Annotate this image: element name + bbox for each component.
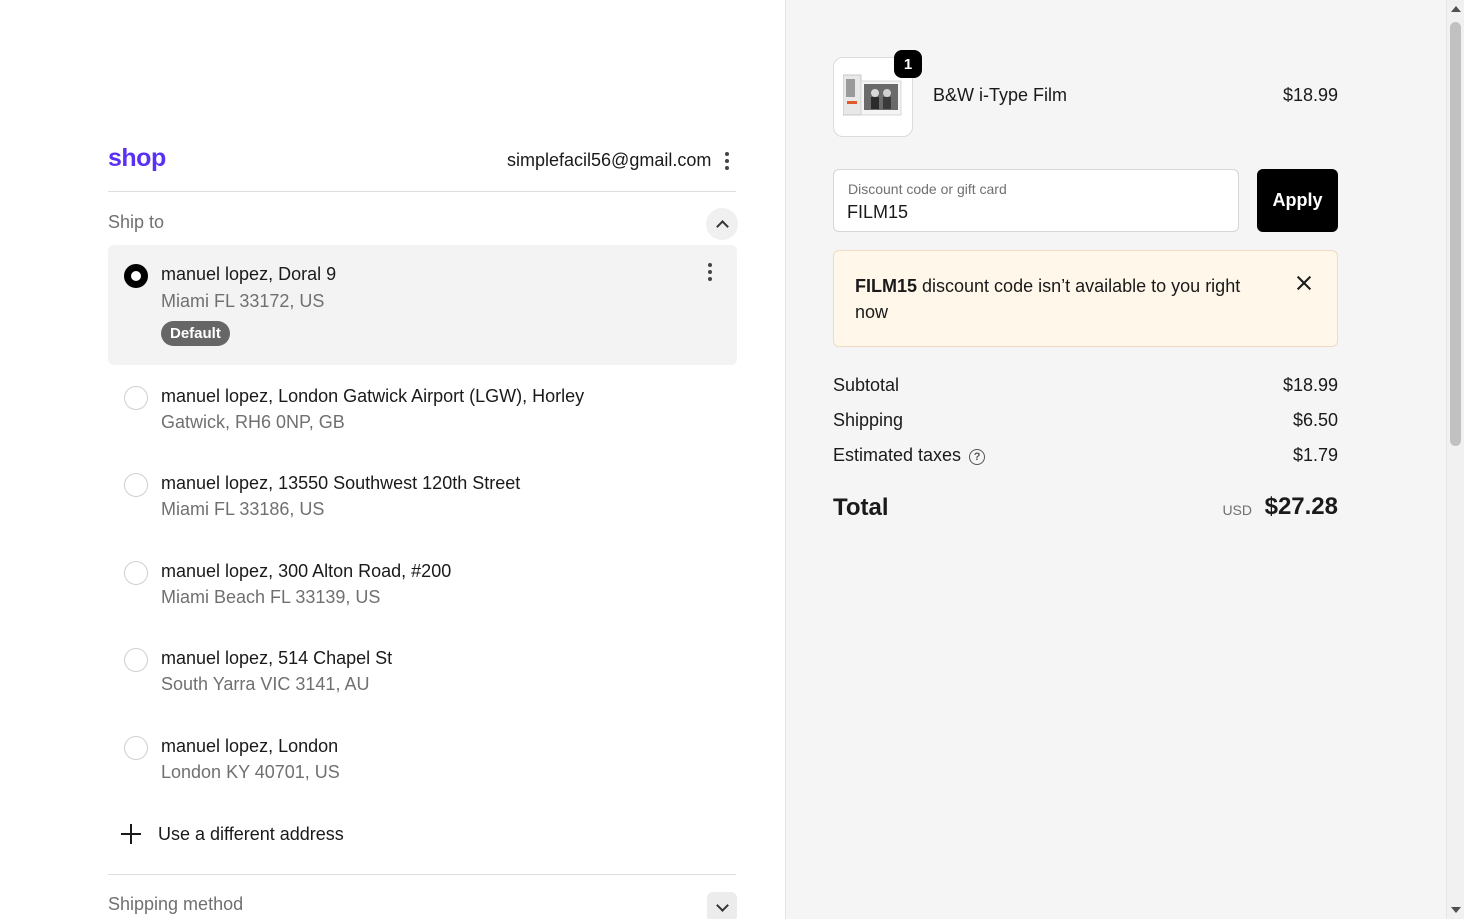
- address-radio[interactable]: [124, 473, 148, 497]
- shipping-value: $6.50: [1292, 410, 1338, 430]
- address-line1: manuel lopez, Doral 9: [161, 264, 337, 284]
- discount-error-alert: FILM15 discount code isn’t available to …: [833, 250, 1338, 347]
- ship-to-title: Ship to: [108, 212, 165, 232]
- shipping-label: Shipping: [833, 410, 904, 430]
- shipping-method-expand-button[interactable]: [707, 892, 737, 919]
- ship-to-collapse-button[interactable]: [706, 208, 738, 240]
- address-line2: Gatwick, RH6 0NP, GB: [161, 412, 345, 432]
- more-vertical-icon: [708, 263, 712, 281]
- scroll-up-icon[interactable]: [1451, 6, 1461, 12]
- scrollbar-thumb[interactable]: [1450, 22, 1461, 446]
- use-different-address-label: Use a different address: [158, 823, 344, 844]
- subtotal-label: Subtotal: [833, 375, 900, 395]
- address-line2: Miami FL 33186, US: [161, 499, 325, 519]
- more-vertical-icon: [725, 152, 729, 170]
- address-line1: manuel lopez, 300 Alton Road, #200: [161, 561, 452, 581]
- total-row: Total USD $27.28: [833, 492, 1338, 526]
- currency-code: USD: [1222, 502, 1252, 518]
- quantity-badge: 1: [894, 50, 922, 78]
- taxes-label: Estimated taxes: [833, 445, 962, 465]
- divider: [108, 874, 736, 875]
- chevron-up-icon: [715, 219, 729, 233]
- address-radio[interactable]: [124, 386, 148, 410]
- taxes-row: Estimated taxes? $1.79: [833, 445, 1338, 469]
- address-option-selected[interactable]: manuel lopez, Doral 9 Miami FL 33172, US…: [108, 245, 737, 365]
- close-icon[interactable]: [1294, 273, 1314, 293]
- address-line2: Miami Beach FL 33139, US: [161, 587, 381, 607]
- shipping-method-title: Shipping method: [108, 894, 244, 914]
- address-line1: manuel lopez, 13550 Southwest 120th Stre…: [161, 473, 521, 493]
- address-radio[interactable]: [124, 736, 148, 760]
- subtotal-row: Subtotal $18.99: [833, 375, 1338, 399]
- product-name: B&W i-Type Film: [933, 85, 1068, 105]
- address-line2: Miami FL 33172, US: [161, 291, 325, 311]
- account-email: simplefacil56@gmail.com: [507, 150, 712, 170]
- taxes-value: $1.79: [1292, 445, 1338, 465]
- address-radio[interactable]: [124, 648, 148, 672]
- total-label: Total: [833, 494, 889, 521]
- address-menu-button[interactable]: [704, 261, 716, 283]
- checkout-main: shop simplefacil56@gmail.com Ship to man…: [0, 0, 785, 919]
- film-box-image: [843, 74, 902, 116]
- chevron-down-icon: [715, 898, 729, 912]
- plus-icon: [120, 823, 142, 845]
- address-line1: manuel lopez, London: [161, 736, 339, 756]
- discount-field-label: Discount code or gift card: [848, 181, 1007, 197]
- page-scrollbar[interactable]: [1446, 0, 1464, 919]
- discount-field[interactable]: Discount code or gift card: [833, 169, 1239, 232]
- taxes-label-group: Estimated taxes?: [833, 445, 986, 466]
- question-icon[interactable]: ?: [969, 449, 986, 465]
- divider: [108, 191, 736, 192]
- address-line2: London KY 40701, US: [161, 762, 340, 782]
- discount-input[interactable]: [847, 200, 1217, 224]
- address-line2: South Yarra VIC 3141, AU: [161, 674, 370, 694]
- scroll-down-icon[interactable]: [1451, 907, 1461, 913]
- address-radio[interactable]: [124, 561, 148, 585]
- shop-logo[interactable]: shop: [108, 144, 166, 173]
- use-different-address-button[interactable]: Use a different address: [120, 821, 344, 847]
- address-radio[interactable]: [124, 264, 148, 288]
- account-menu-button[interactable]: [719, 150, 735, 172]
- address-line1: manuel lopez, London Gatwick Airport (LG…: [161, 386, 585, 406]
- default-badge: Default: [161, 321, 230, 346]
- discount-error-code: FILM15: [855, 276, 918, 296]
- product-price: $18.99: [1282, 85, 1338, 105]
- address-line1: manuel lopez, 514 Chapel St: [161, 648, 393, 668]
- shipping-row: Shipping $6.50: [833, 410, 1338, 434]
- total-value: $27.28: [1264, 493, 1338, 520]
- subtotal-value: $18.99: [1282, 375, 1338, 395]
- discount-error-message: FILM15 discount code isn’t available to …: [855, 273, 1255, 325]
- apply-button[interactable]: Apply: [1257, 169, 1338, 232]
